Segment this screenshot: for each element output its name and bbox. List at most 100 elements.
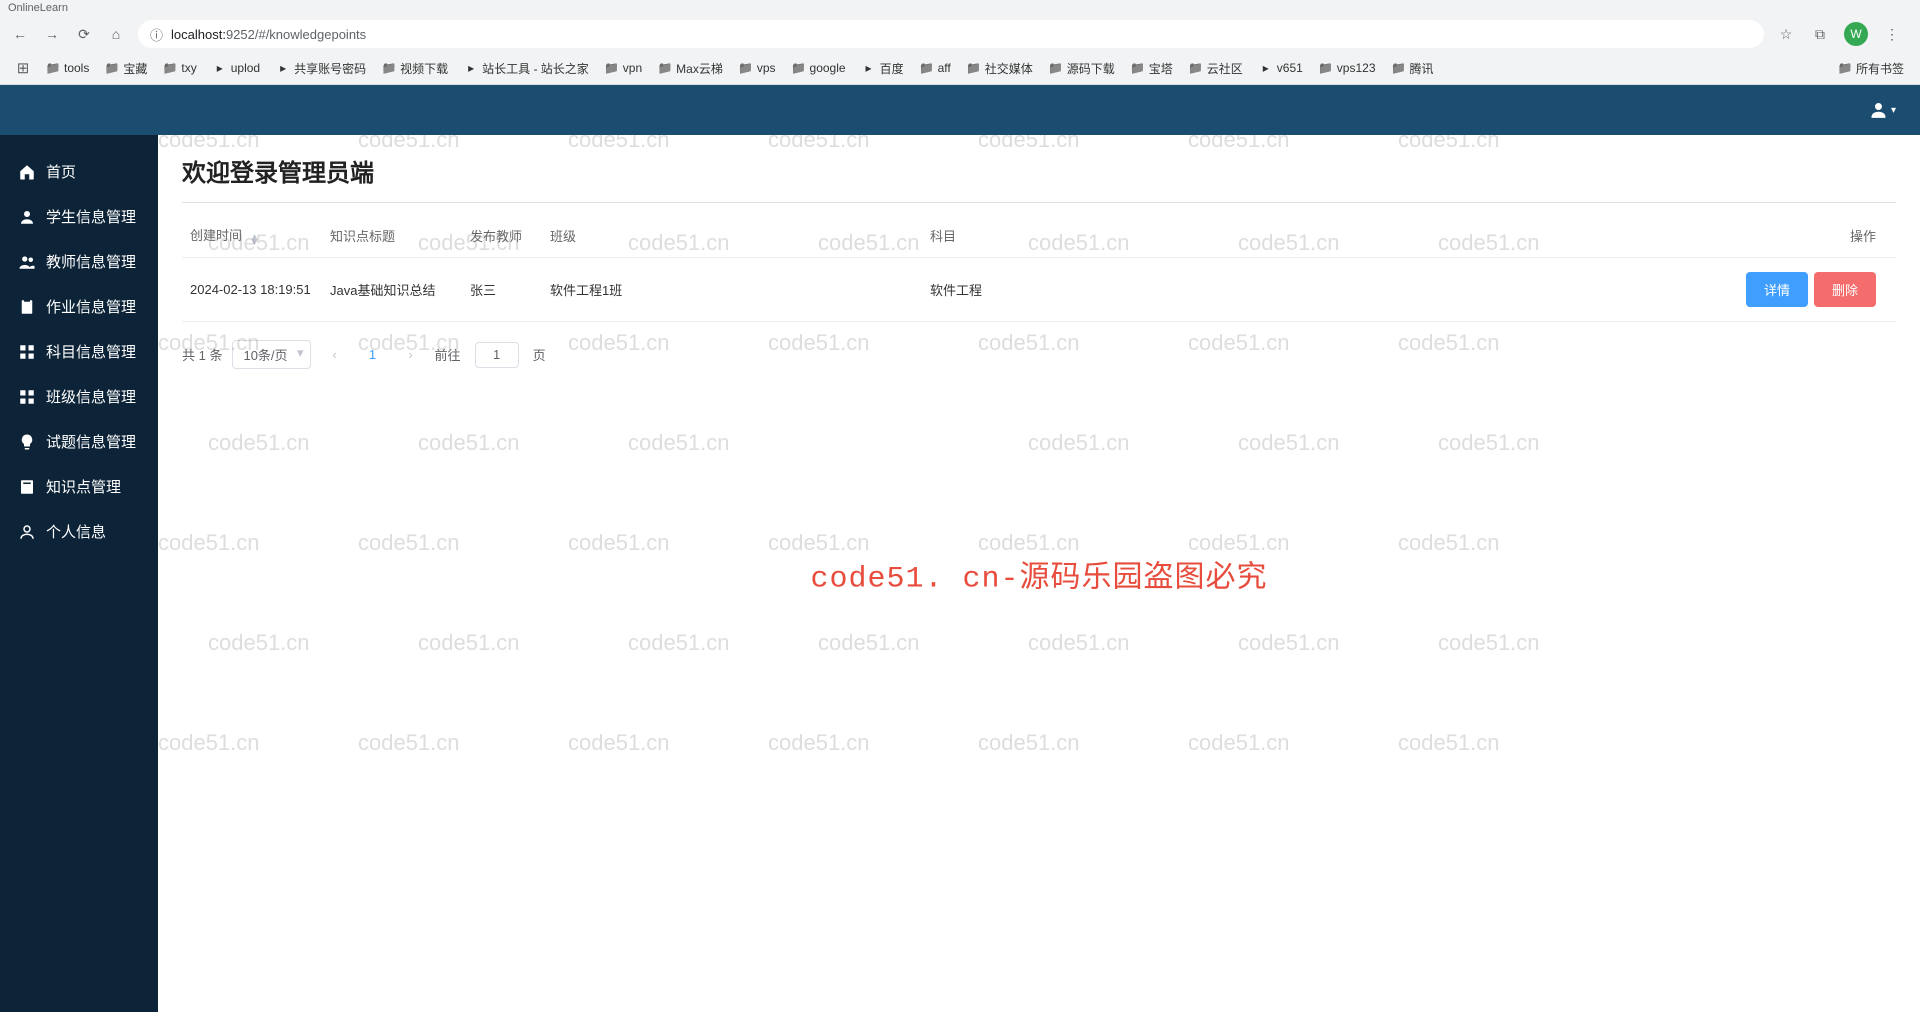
sidebar-item[interactable]: 教师信息管理: [0, 239, 158, 284]
watermark-faint: code51.cn: [158, 530, 260, 556]
forward-icon[interactable]: →: [42, 24, 62, 44]
bookmark-item[interactable]: 宝藏: [99, 56, 153, 81]
sidebar-item[interactable]: 试题信息管理: [0, 419, 158, 464]
apps-icon[interactable]: [10, 57, 36, 79]
sidebar-item-label: 科目信息管理: [46, 341, 136, 362]
watermark-faint: code51.cn: [768, 135, 870, 153]
watermark-faint: code51.cn: [418, 430, 520, 456]
folder-icon: [1838, 61, 1852, 75]
col-teacher: 发布教师: [462, 213, 542, 258]
sidebar-item-label: 教师信息管理: [46, 251, 136, 272]
col-created-at[interactable]: 创建时间 ▲▼: [182, 213, 322, 258]
goto-suffix: 页: [533, 345, 546, 364]
bookmark-item[interactable]: 源码下载: [1043, 56, 1121, 81]
folder-icon: [382, 61, 396, 75]
delete-button[interactable]: 删除: [1814, 272, 1876, 307]
folder-icon: [46, 61, 60, 75]
sidebar-item[interactable]: 学生信息管理: [0, 194, 158, 239]
col-class: 班级: [542, 213, 922, 258]
folder-icon: [792, 61, 806, 75]
sidebar-item-label: 个人信息: [46, 521, 106, 542]
watermark-faint: code51.cn: [568, 530, 670, 556]
table-row: 2024-02-13 18:19:51Java基础知识总结张三软件工程1班软件工…: [182, 258, 1896, 322]
bookmark-item[interactable]: vps123: [1313, 57, 1382, 79]
sidebar-item-label: 试题信息管理: [46, 431, 136, 452]
browser-tab-title[interactable]: OnlineLearn: [8, 2, 68, 14]
user-icon: [18, 208, 36, 226]
prev-page[interactable]: ‹: [321, 341, 349, 369]
folder-icon: [1131, 61, 1145, 75]
watermark-faint: code51.cn: [568, 135, 670, 153]
page-size-select[interactable]: 10条/页: [232, 340, 310, 369]
book-icon: [18, 478, 36, 496]
sidebar-item[interactable]: 作业信息管理: [0, 284, 158, 329]
bookmark-item[interactable]: ▸站长工具 - 站长之家: [458, 56, 595, 81]
bookmark-item[interactable]: 宝塔: [1125, 56, 1179, 81]
grid-icon: [18, 388, 36, 406]
watermark-faint: code51.cn: [1398, 730, 1500, 756]
site-icon: ▸: [276, 61, 290, 75]
folder-icon: [920, 61, 934, 75]
bookmark-item[interactable]: 社交媒体: [961, 56, 1039, 81]
watermark-faint: code51.cn: [628, 630, 730, 656]
watermark-faint: code51.cn: [1188, 730, 1290, 756]
watermark-faint: code51.cn: [158, 135, 260, 153]
bookmark-item[interactable]: vps: [733, 57, 782, 79]
cell-actions: 详情删除: [1716, 258, 1896, 322]
watermark-faint: code51.cn: [358, 530, 460, 556]
bookmark-item[interactable]: ▸v651: [1253, 57, 1309, 79]
bookmark-item[interactable]: Max云梯: [652, 56, 729, 81]
sidebar-item[interactable]: 首页: [0, 149, 158, 194]
sidebar-item[interactable]: 知识点管理: [0, 464, 158, 509]
sidebar-item-label: 首页: [46, 161, 76, 182]
extensions-icon[interactable]: ⧉: [1810, 24, 1830, 44]
bookmark-item[interactable]: vpn: [599, 57, 648, 79]
watermark-faint: code51.cn: [1188, 530, 1290, 556]
bookmark-item[interactable]: ▸共享账号密码: [270, 56, 372, 81]
watermark-faint: code51.cn: [208, 430, 310, 456]
bookmark-item[interactable]: ▸uplod: [207, 57, 266, 79]
watermark-faint: code51.cn: [1238, 630, 1340, 656]
reload-icon[interactable]: ⟳: [74, 24, 94, 44]
main-content: 欢迎登录管理员端 创建时间 ▲▼ 知识点标题 发布教师 班级 科目 操作 202…: [158, 135, 1920, 1012]
bookmark-item[interactable]: google: [786, 57, 852, 79]
menu-icon[interactable]: ⋮: [1882, 24, 1902, 44]
sidebar-item-label: 知识点管理: [46, 476, 121, 497]
home-icon[interactable]: ⌂: [106, 24, 126, 44]
home-icon: [18, 163, 36, 181]
bookmark-item[interactable]: 视频下载: [376, 56, 454, 81]
bookmark-item[interactable]: tools: [40, 57, 95, 79]
sidebar-item[interactable]: 班级信息管理: [0, 374, 158, 419]
bookmark-item[interactable]: 云社区: [1183, 56, 1249, 81]
cell-subject: 软件工程: [922, 258, 1716, 322]
user-menu[interactable]: ▾: [1868, 96, 1896, 124]
bookmark-item[interactable]: ▸百度: [856, 56, 910, 81]
sidebar-item-label: 作业信息管理: [46, 296, 136, 317]
watermark-faint: code51.cn: [568, 730, 670, 756]
watermark-center: code51. cn-源码乐园盗图必究: [810, 551, 1267, 596]
back-icon[interactable]: ←: [10, 24, 30, 44]
cell-class: 软件工程1班: [542, 258, 922, 322]
watermark-faint: code51.cn: [1028, 430, 1130, 456]
folder-icon: [739, 61, 753, 75]
sidebar-item[interactable]: 科目信息管理: [0, 329, 158, 374]
profile-avatar[interactable]: W: [1844, 22, 1868, 46]
bookmark-all[interactable]: 所有书签: [1832, 56, 1910, 81]
page-number[interactable]: 1: [359, 341, 387, 369]
sidebar-item[interactable]: 个人信息: [0, 509, 158, 554]
folder-icon: [1049, 61, 1063, 75]
star-icon[interactable]: ☆: [1776, 24, 1796, 44]
sidebar: 首页学生信息管理教师信息管理作业信息管理科目信息管理班级信息管理试题信息管理知识…: [0, 135, 158, 1012]
bookmark-item[interactable]: 腾讯: [1386, 56, 1440, 81]
site-icon: ▸: [1259, 61, 1273, 75]
goto-input[interactable]: [475, 342, 519, 368]
watermark-faint: code51.cn: [978, 135, 1080, 153]
url-bar[interactable]: ⓘ localhost:9252/#/knowledgepoints: [138, 20, 1764, 48]
detail-button[interactable]: 详情: [1746, 272, 1808, 307]
next-page[interactable]: ›: [397, 341, 425, 369]
bookmark-item[interactable]: aff: [914, 57, 957, 79]
watermark-faint: code51.cn: [358, 730, 460, 756]
bookmark-item[interactable]: txy: [157, 57, 202, 79]
watermark-faint: code51.cn: [1438, 630, 1540, 656]
watermark-faint: code51.cn: [418, 630, 520, 656]
